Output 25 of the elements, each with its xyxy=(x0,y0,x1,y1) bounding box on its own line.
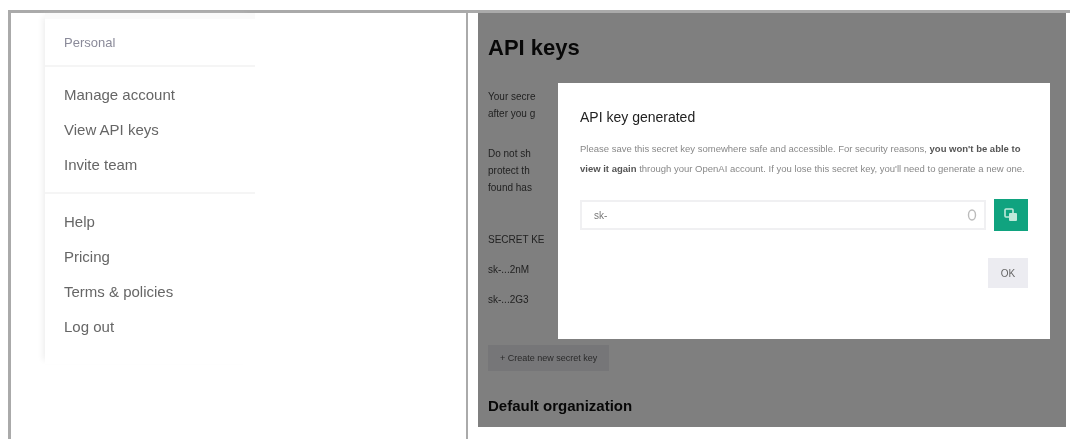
text-line: Do not sh xyxy=(488,147,531,161)
key-field[interactable]: sk- xyxy=(580,200,986,230)
menu-item[interactable]: Manage account xyxy=(45,77,255,112)
menu-item[interactable]: View API keys xyxy=(45,112,255,147)
menu-item[interactable]: Help xyxy=(45,204,255,239)
text-line: Your secre xyxy=(488,90,536,104)
copy-button[interactable] xyxy=(994,199,1028,231)
dialog-message: Please save this secret key somewhere safe and accessible. For security reasons, you won't be able to view it again through your OpenAI account. If you lose this secret key, you'll need to generate a new one. xyxy=(580,142,1026,176)
table-cell-text: sk-...2G3 xyxy=(488,293,529,307)
menu-heading: Personal xyxy=(64,35,116,50)
copy-icon xyxy=(1004,208,1018,222)
create-key-button[interactable]: + Create new secret key xyxy=(488,345,610,371)
text-line: found has xyxy=(488,181,532,195)
menu-item[interactable]: Terms & policies xyxy=(45,274,255,309)
menu-item[interactable]: Pricing xyxy=(45,239,255,274)
menu-item[interactable]: Invite team xyxy=(45,147,255,182)
column-header: SECRET KE xyxy=(488,233,545,247)
section-title: Default organization xyxy=(488,397,634,414)
text-line: protect th xyxy=(488,164,530,178)
dialog-title: API key generated xyxy=(580,109,697,125)
menu-item[interactable]: Log out xyxy=(45,309,255,344)
ok-button[interactable]: OK xyxy=(988,258,1028,288)
text-line: after you g xyxy=(488,107,536,121)
table-cell-text: sk-...2nM xyxy=(488,263,530,277)
page-title: API keys xyxy=(488,35,581,61)
